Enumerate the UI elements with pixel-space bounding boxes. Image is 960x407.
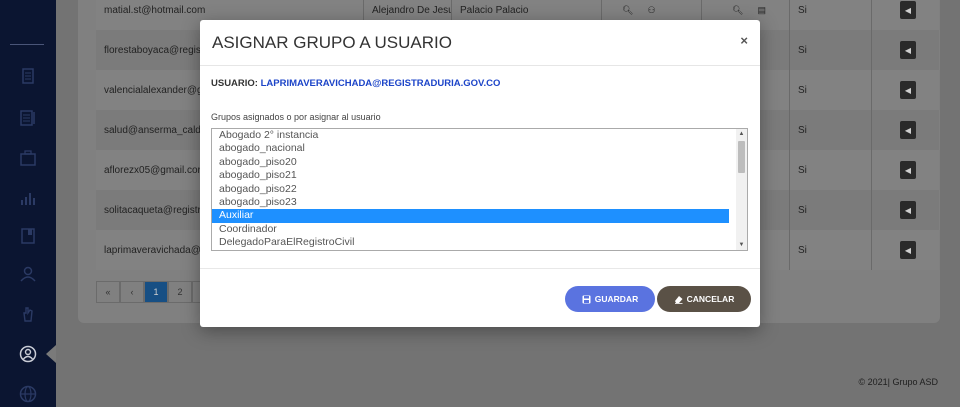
floppy-disk-icon [582, 295, 591, 303]
modal-footer-divider [200, 268, 760, 269]
collapse-icon[interactable]: ◀ [900, 161, 916, 179]
hand-icon[interactable] [18, 304, 38, 324]
group-option[interactable]: Coordinador [212, 223, 729, 236]
pager-page-2[interactable]: 2 [168, 281, 192, 303]
user-circle-icon[interactable] [18, 344, 38, 364]
groups-options: Abogado 2° instancia abogado_nacional abog… [212, 129, 747, 250]
row-action-cell: ◀ [872, 0, 939, 30]
cancel-label: CANCELAR [686, 294, 735, 304]
document-icon[interactable] [18, 66, 38, 86]
listbox-scrollbar[interactable]: ▲ ▼ [736, 129, 747, 250]
book-icon[interactable] [18, 226, 38, 246]
user-label: USUARIO: [211, 78, 258, 89]
pager-prev-button[interactable]: ‹ [120, 281, 144, 303]
active-status-cell: Si [790, 110, 872, 150]
active-status-cell: Si [790, 30, 872, 70]
row-action-cell: ◀ [872, 230, 939, 270]
row-action-cell: ◀ [872, 110, 939, 150]
row-action-cell: ◀ [872, 30, 939, 70]
eraser-icon [674, 295, 683, 304]
groups-label: Grupos asignados o por asignar al usuari… [211, 112, 381, 122]
sidebar-divider [10, 44, 44, 45]
row-action-cell: ◀ [872, 150, 939, 190]
groups-listbox[interactable]: Abogado 2° instancia abogado_nacional abog… [211, 128, 748, 251]
user-email: LAPRIMAVERAVICHADA@REGISTRADURIA.GOV.CO [260, 78, 501, 89]
sidebar [0, 0, 56, 407]
active-status-cell: Si [790, 150, 872, 190]
collapse-icon[interactable]: ◀ [900, 1, 916, 19]
group-option[interactable]: Abogado 2° instancia [212, 129, 729, 142]
user-icon[interactable] [18, 264, 38, 284]
active-status-cell: Si [790, 230, 872, 270]
group-option[interactable]: Auxiliar [212, 209, 729, 223]
footer-copyright: © 2021| Grupo ASD [858, 377, 938, 387]
close-icon[interactable]: × [740, 33, 748, 48]
list-icon[interactable] [18, 108, 38, 128]
collapse-icon[interactable]: ◀ [900, 81, 916, 99]
briefcase-icon[interactable] [18, 148, 38, 168]
collapse-icon[interactable]: ◀ [900, 241, 916, 259]
collapse-icon[interactable]: ◀ [900, 121, 916, 139]
users-icon[interactable]: ⚇ [647, 5, 655, 16]
group-option[interactable]: abogado_piso23 [212, 196, 729, 209]
row-action-cell: ◀ [872, 70, 939, 110]
modal-title: ASIGNAR GRUPO A USUARIO [212, 33, 452, 52]
globe-icon[interactable] [18, 384, 38, 404]
book-icon[interactable]: ▤ [757, 5, 766, 16]
group-option[interactable]: abogado_piso20 [212, 156, 729, 169]
active-indicator [46, 345, 56, 363]
collapse-icon[interactable]: ◀ [900, 201, 916, 219]
scroll-down-icon[interactable]: ▼ [736, 240, 747, 250]
active-status-cell: Si [790, 70, 872, 110]
group-option[interactable]: DelegadoParaElRegistroCivil [212, 236, 729, 249]
save-label: GUARDAR [594, 294, 639, 304]
pager-first-button[interactable]: « [96, 281, 120, 303]
row-action-cell: ◀ [872, 190, 939, 230]
cancel-button[interactable]: CANCELAR [657, 286, 751, 312]
user-line: USUARIO: LAPRIMAVERAVICHADA@REGISTRADURI… [211, 78, 500, 89]
save-button[interactable]: GUARDAR [565, 286, 655, 312]
assign-group-modal: ASIGNAR GRUPO A USUARIO × USUARIO: LAPRI… [200, 20, 760, 327]
group-option[interactable]: abogado_piso21 [212, 169, 729, 182]
bar-chart-icon[interactable] [18, 188, 38, 208]
group-option[interactable]: abogado_nacional [212, 142, 729, 155]
scroll-thumb[interactable] [738, 141, 745, 173]
collapse-icon[interactable]: ◀ [900, 41, 916, 59]
pagination: « ‹ 1 2 3 [96, 281, 216, 303]
search-icon[interactable]: 🔍︎ [622, 5, 633, 16]
group-option[interactable]: abogado_piso22 [212, 183, 729, 196]
active-status-cell: Si [790, 190, 872, 230]
pager-page-1[interactable]: 1 [144, 281, 168, 303]
search-icon[interactable]: 🔍︎ [732, 5, 743, 16]
modal-header: ASIGNAR GRUPO A USUARIO × [200, 20, 760, 66]
active-status-cell: Si [790, 0, 872, 30]
scroll-up-icon[interactable]: ▲ [736, 129, 747, 139]
